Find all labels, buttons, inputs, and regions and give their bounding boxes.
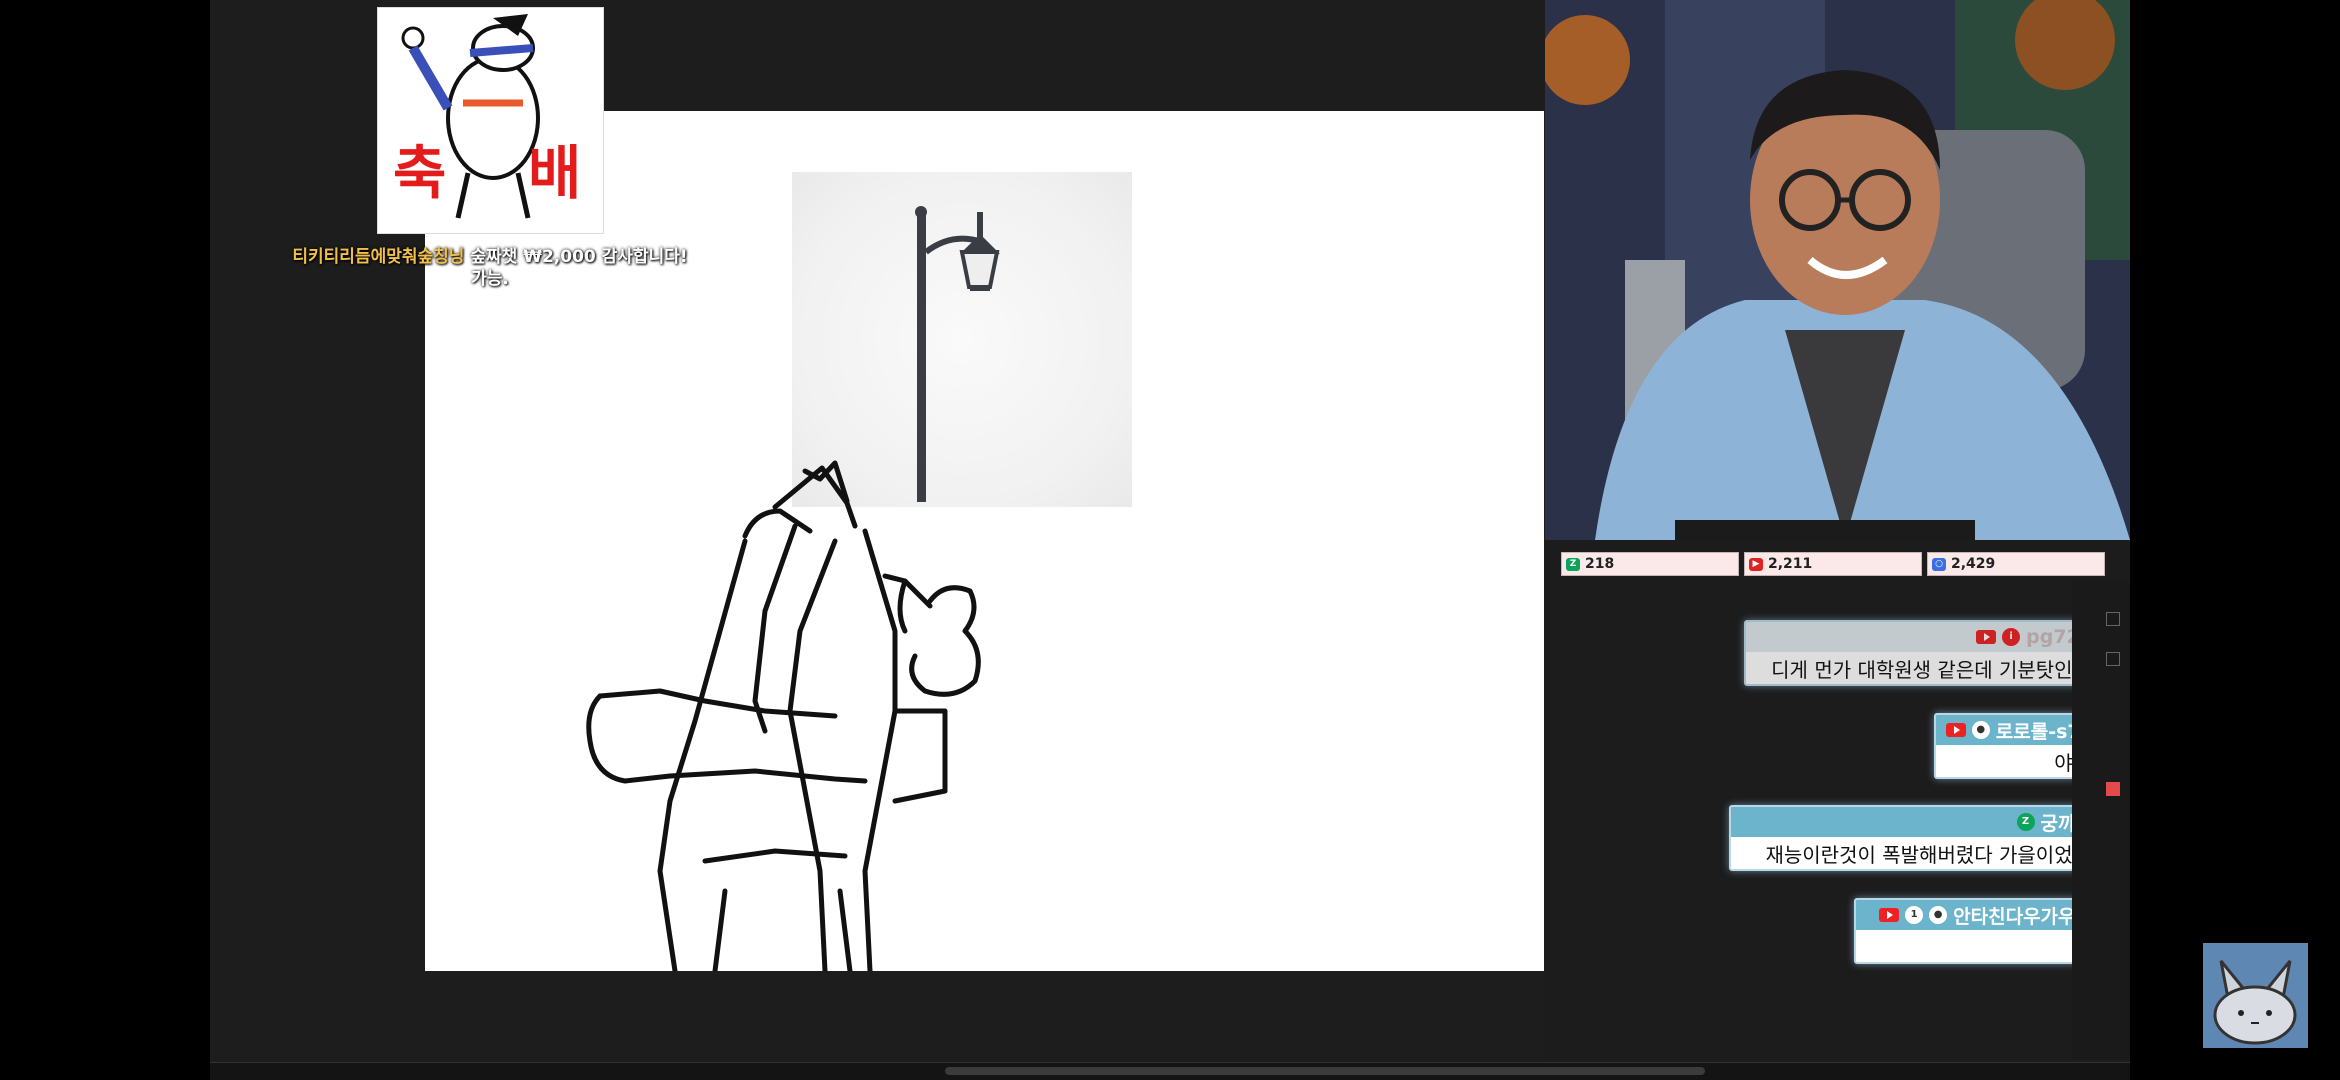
donation-message: 가능. — [471, 269, 509, 289]
webcam-feed — [1545, 0, 2130, 540]
chat-overlay: i pg722 디게 먼가 대학원생 같은데 기분탓인가 ● 로로롤-s7v 야… — [1545, 590, 2115, 990]
donation-amount: 숲짜챗 ₩2,000 — [470, 247, 596, 267]
chat-text: 재능이란것이 폭발해버렸다 가을이었다 — [1765, 842, 2091, 867]
viewer-stats-bar: Z 218 ▶ 2,211 ○ 2,429 — [1561, 552, 2121, 576]
drawing-canvas-area[interactable]: 축 배 티키티리듬에맞춰숲칭닝 숲짜챗 ₩2,000 감사합니다! 가능. — [210, 0, 1545, 1060]
donation-alert-text: 티키티리듬에맞춰숲칭닝 숲짜챗 ₩2,000 감사합니다! 가능. — [270, 246, 710, 290]
layer-icon[interactable] — [2106, 612, 2120, 626]
chat-platform-icon: ○ — [1932, 557, 1946, 571]
chat-message-header: i pg722 — [1746, 622, 2101, 652]
avatar-icon: ● — [1929, 906, 1948, 924]
youtube-icon: ▶ — [1749, 557, 1763, 571]
chat-text: 디게 먼가 대학원생 같은데 기분탓인가 — [1771, 657, 2091, 682]
chat-message: Z 궁까박 재능이란것이 폭발해버렸다 가을이었다 — [1729, 805, 2103, 871]
youtube-icon — [1945, 723, 1966, 737]
avatar-icon: ● — [1971, 721, 1990, 739]
stat-value-3: 2,429 — [1951, 556, 1996, 572]
youtube-icon — [1976, 630, 1997, 644]
stat-platform-1: Z 218 — [1561, 552, 1739, 576]
layer-icon[interactable] — [2106, 652, 2120, 666]
chat-message-header: 1 ● 안타친다우가우가 — [1856, 900, 2101, 930]
youtube-icon — [1879, 908, 1900, 922]
canvas-status-bar — [210, 1062, 2130, 1080]
streaming-platform-icon: Z — [2016, 813, 2035, 831]
stream-layout: 축 배 티키티리듬에맞춰숲칭닝 숲짜챗 ₩2,000 감사합니다! 가능. Z … — [210, 0, 2130, 1080]
horizontal-scrollbar[interactable] — [945, 1067, 1705, 1075]
donation-thanks: 감사합니다! — [601, 247, 688, 267]
chat-text: 와 — [1856, 930, 2101, 962]
donation-alert-image: 축 배 — [377, 7, 604, 234]
stat-platform-3: ○ 2,429 — [1927, 552, 2105, 576]
sketch-drawing — [586, 460, 981, 971]
chat-message: i pg722 디게 먼가 대학원생 같은데 기분탓인가 — [1744, 620, 2103, 686]
active-layer-icon[interactable] — [2106, 782, 2120, 796]
donation-image-text-left: 축 — [393, 139, 446, 207]
donation-sender: 티키티리듬에맞춰숲칭닝 — [292, 247, 465, 267]
donation-image-text-right: 배 — [528, 139, 581, 207]
member-badge-icon: i — [2002, 628, 2021, 646]
chat-message-header: Z 궁까박 — [1731, 807, 2101, 837]
member-badge-icon: 1 — [1905, 906, 1924, 924]
stat-platform-2: ▶ 2,211 — [1744, 552, 1922, 576]
stat-value-1: 218 — [1585, 556, 1615, 572]
chat-message: 1 ● 안타친다우가우가 와 — [1854, 898, 2103, 964]
side-toolbar — [2072, 580, 2130, 1060]
streaming-platform-icon: Z — [1566, 557, 1580, 571]
stat-value-2: 2,211 — [1768, 556, 1813, 572]
bunny-mascot-icon — [2203, 943, 2308, 1048]
